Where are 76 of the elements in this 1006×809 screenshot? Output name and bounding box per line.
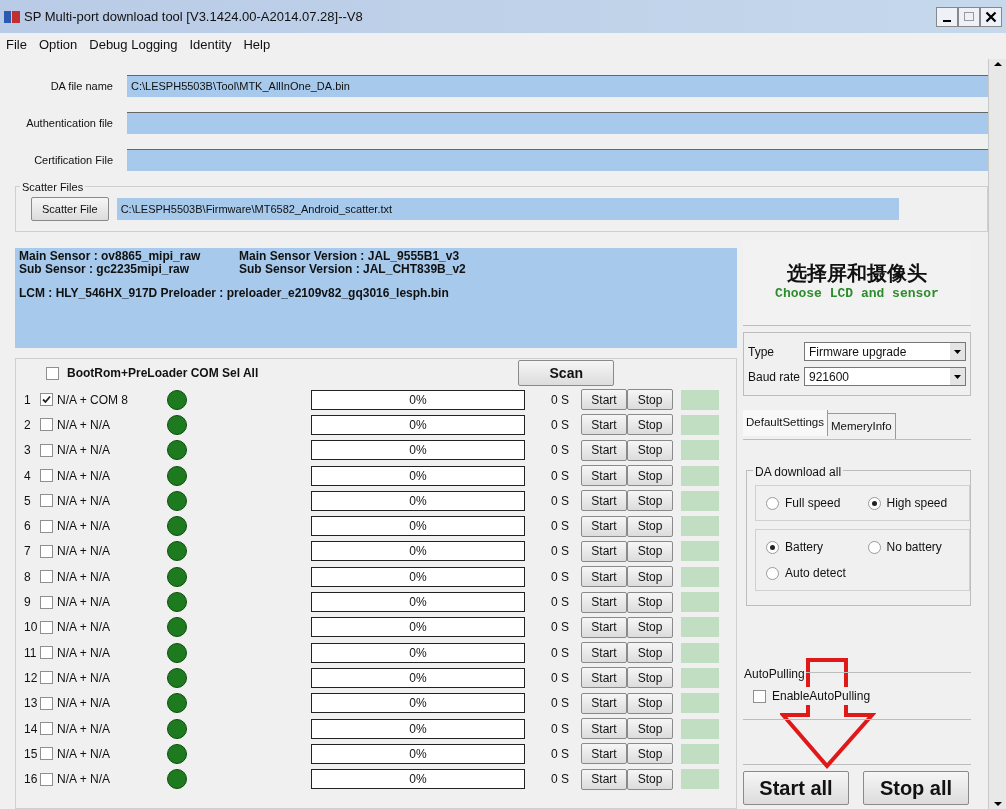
progress-text: 0% xyxy=(409,619,427,637)
progress-text: 0% xyxy=(409,644,427,662)
field-label: DA file name xyxy=(49,78,114,94)
elapsed-time: 0 S xyxy=(551,391,570,409)
port-label: N/A + N/A xyxy=(57,695,112,713)
elapsed-time: 0 S xyxy=(551,492,570,510)
port-number: 9 xyxy=(23,594,32,611)
port-number: 5 xyxy=(23,492,32,510)
port-label: N/A + N/A xyxy=(57,543,112,561)
port-number: 11 xyxy=(23,644,38,662)
progress-text: 0% xyxy=(409,695,427,713)
port-number: 16 xyxy=(23,771,39,789)
elapsed-time: 0 S xyxy=(551,745,570,763)
select-label: Baud rate xyxy=(748,368,802,386)
window-title: SP Multi-port download tool [V3.1424.00-A2014.07.28]--V8 xyxy=(24,7,363,26)
checkbox-label: EnableAutoPulling xyxy=(772,687,871,705)
port-label: N/A + N/A xyxy=(57,669,112,687)
elapsed-time: 0 S xyxy=(551,568,570,586)
progress-text: 0% xyxy=(409,771,427,789)
banner-subtitle: Choose LCD and sensor xyxy=(775,284,939,303)
elapsed-time: 0 S xyxy=(551,442,570,460)
port-number: 6 xyxy=(23,518,32,536)
radio-label: High speed xyxy=(886,495,948,512)
elapsed-time: 0 S xyxy=(551,644,570,662)
select-label: Type xyxy=(748,343,775,361)
port-number: 10 xyxy=(23,619,39,637)
elapsed-time: 0 S xyxy=(551,771,570,789)
info-text: Main Sensor : ov8865_mipi_raw xyxy=(19,250,202,263)
elapsed-time: 0 S xyxy=(551,467,570,485)
radio-label: Auto detect xyxy=(785,565,846,582)
port-number: 14 xyxy=(23,720,39,738)
progress-text: 0% xyxy=(409,594,427,611)
field-label: Authentication file xyxy=(25,115,114,131)
port-label: N/A + COM 8 xyxy=(57,391,130,409)
port-label: N/A + N/A xyxy=(57,568,112,586)
port-label: N/A + N/A xyxy=(57,771,112,789)
elapsed-time: 0 S xyxy=(551,543,570,561)
port-number: 2 xyxy=(23,416,32,434)
port-number: 4 xyxy=(23,467,32,485)
port-number: 13 xyxy=(23,695,39,713)
info-text: Sub Sensor Version : JAL_CHT839B_v2 xyxy=(239,263,466,276)
port-label: N/A + N/A xyxy=(57,720,112,738)
elapsed-time: 0 S xyxy=(551,669,570,687)
port-label: N/A + N/A xyxy=(57,467,112,485)
port-number: 1 xyxy=(23,391,32,409)
elapsed-time: 0 S xyxy=(551,720,570,738)
port-label: N/A + N/A xyxy=(57,619,112,637)
port-number: 7 xyxy=(23,543,32,561)
progress-text: 0% xyxy=(409,745,427,763)
port-number: 3 xyxy=(23,442,32,460)
elapsed-time: 0 S xyxy=(551,416,570,434)
select-all-label: BootRom+PreLoader COM Sel All xyxy=(67,365,259,382)
port-label: N/A + N/A xyxy=(57,594,112,611)
info-text: LCM : HLY_546HX_917D Preloader : preloader_e2109v82_gq3016_lesph.bin xyxy=(19,287,450,300)
radio-label: Full speed xyxy=(785,495,841,512)
info-text: Sub Sensor : gc2235mipi_raw xyxy=(19,263,190,276)
field-label: Certification File xyxy=(33,152,114,168)
port-label: N/A + N/A xyxy=(57,492,112,510)
elapsed-time: 0 S xyxy=(551,594,570,611)
progress-text: 0% xyxy=(409,720,427,738)
radio-label: Battery xyxy=(785,539,823,556)
port-number: 15 xyxy=(23,745,39,763)
elapsed-time: 0 S xyxy=(551,518,570,536)
elapsed-time: 0 S xyxy=(551,619,570,637)
port-label: N/A + N/A xyxy=(57,644,112,662)
progress-text: 0% xyxy=(409,669,427,687)
port-number: 12 xyxy=(23,669,39,687)
port-label: N/A + N/A xyxy=(57,442,112,460)
port-label: N/A + N/A xyxy=(57,745,112,763)
port-number: 8 xyxy=(23,568,32,586)
radio-label: No battery xyxy=(886,539,942,556)
port-label: N/A + N/A xyxy=(57,518,112,536)
banner-title: 选择屏和摄像头 xyxy=(787,261,927,284)
info-text: Main Sensor Version : JAL_9555B1_v3 xyxy=(239,250,460,263)
port-label: N/A + N/A xyxy=(57,416,112,434)
elapsed-time: 0 S xyxy=(551,695,570,713)
